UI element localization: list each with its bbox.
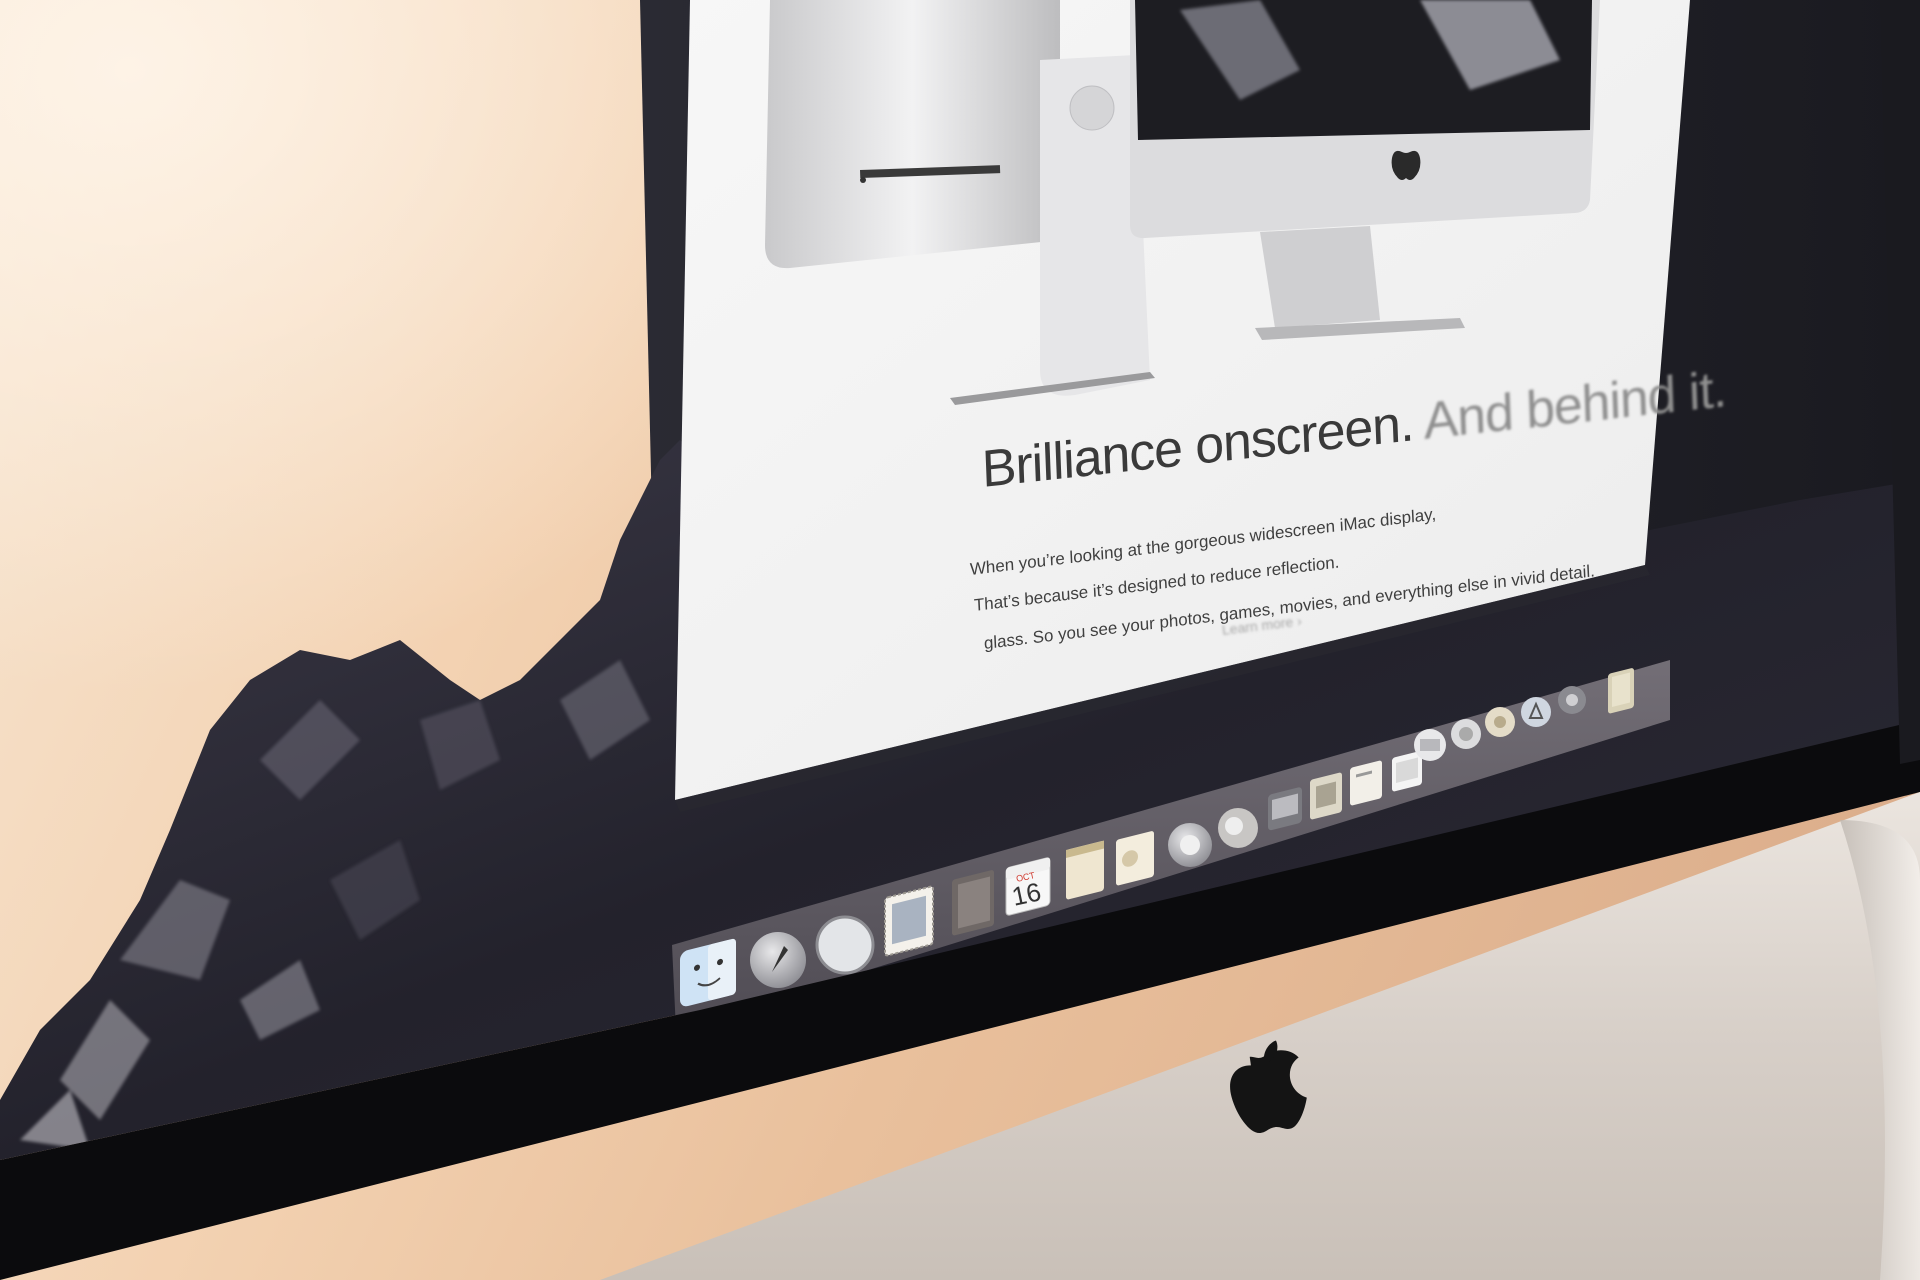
gear-icon[interactable] xyxy=(1558,686,1586,714)
stamp-icon[interactable] xyxy=(884,885,934,957)
rocket-icon[interactable] xyxy=(750,932,806,988)
trash-icon[interactable] xyxy=(1608,668,1634,714)
address-book-icon[interactable] xyxy=(952,870,994,936)
compass-icon[interactable] xyxy=(815,915,875,975)
facetime-icon[interactable] xyxy=(1310,772,1342,820)
photos-icon[interactable] xyxy=(1218,808,1258,848)
reminders-icon[interactable] xyxy=(1116,831,1154,886)
pages-icon[interactable] xyxy=(1350,760,1382,806)
app-store-icon[interactable] xyxy=(1521,697,1551,727)
keynote-icon[interactable] xyxy=(1414,729,1446,761)
book-icon[interactable] xyxy=(1485,707,1515,737)
map-icon[interactable] xyxy=(1168,823,1212,867)
notes-icon[interactable] xyxy=(1066,840,1104,900)
photo-scene: Brilliance onscreen. And behind it. When… xyxy=(0,0,1920,1280)
music-icon[interactable] xyxy=(1451,719,1481,749)
calendar-icon[interactable] xyxy=(1005,857,1051,916)
imac-computer xyxy=(0,0,1920,1280)
